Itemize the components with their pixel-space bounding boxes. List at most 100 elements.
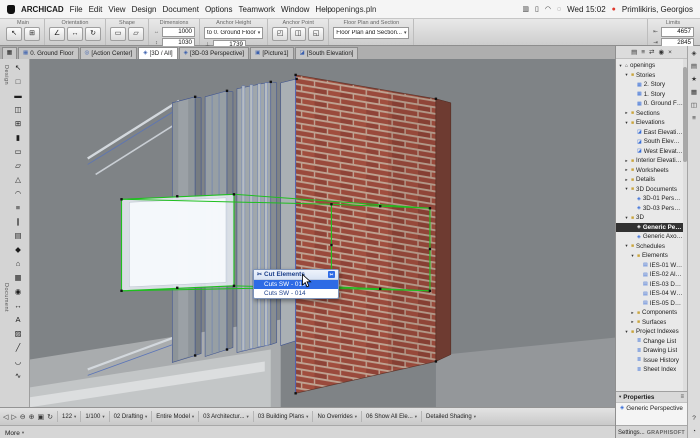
properties-item[interactable]: ◈ Generic Perspective [616, 403, 687, 413]
tab-overflow-icon[interactable]: ▦ [2, 47, 17, 59]
tab-picture1[interactable]: ▣[Picture1] [250, 47, 293, 59]
tab-action-center[interactable]: ◎[Action Center] [80, 47, 138, 59]
tree-item-0-ground-floor[interactable]: ▦0. Ground Floor [616, 99, 683, 109]
apple-menu-icon[interactable] [7, 5, 15, 14]
disclosure-icon[interactable]: ▾ [624, 120, 629, 126]
anchor-center-icon[interactable]: ◫ [290, 27, 306, 41]
menu-item-design[interactable]: Design [132, 5, 157, 14]
tree-item-3d-01-perspectiv[interactable]: ◈3D-01 Perspectiv... [616, 194, 683, 204]
quick-option-03-architectur[interactable]: 03 Architectur...▾ [198, 411, 253, 422]
tool-slab[interactable]: ▱ [10, 159, 26, 173]
preview-icon[interactable]: ◔ [692, 428, 696, 436]
tab-0-ground-floor[interactable]: ▦0. Ground Floor [18, 47, 79, 59]
disclosure-icon[interactable]: ▾ [624, 215, 629, 221]
tool-wall[interactable]: ▬ [10, 89, 26, 103]
tool-text[interactable]: A [10, 313, 26, 327]
disclosure-icon[interactable]: ▸ [624, 177, 629, 183]
tooltip-action-icon[interactable]: ✂ [328, 271, 335, 278]
tree-item-generic-axonome[interactable]: ◈Generic Axonome... [616, 232, 683, 242]
tree-item-sheet-index[interactable]: ≣Sheet Index [616, 365, 683, 375]
quick-option-no-overrides[interactable]: No Overrides▾ [312, 411, 361, 422]
anchor-height-select[interactable]: to 0. Ground Floor▾ [204, 27, 263, 39]
quick-option-122[interactable]: 122▾ [57, 411, 80, 422]
disclosure-icon[interactable]: ▸ [624, 167, 629, 173]
tool-curtain-wall[interactable]: ▤ [10, 229, 26, 243]
quick-option-entire-model[interactable]: Entire Model▾ [151, 411, 198, 422]
tree-item-ies-02-all-openi[interactable]: ▤IES-02 All Openi... [616, 270, 683, 280]
zoom-out-icon[interactable]: ⊖ [20, 413, 26, 421]
custom-orientation-icon[interactable]: ↻ [85, 27, 101, 41]
tree-item-worksheets[interactable]: ▸■Worksheets [616, 166, 683, 176]
tool-door[interactable]: ◫ [10, 103, 26, 117]
quick-option-02-drafting[interactable]: 02 Drafting▾ [109, 411, 152, 422]
settings-button[interactable]: Settings... [618, 430, 645, 436]
tree-item-1-story[interactable]: ▦1. Story [616, 90, 683, 100]
menu-item-teamwork[interactable]: Teamwork [239, 5, 275, 14]
opening-tool-icon[interactable]: ⊞ [24, 27, 40, 41]
tool-shell[interactable]: ◠ [10, 187, 26, 201]
floor-plan-display-select[interactable]: Floor Plan and Section...▾ [333, 27, 409, 39]
tree-item-schedules[interactable]: ▾■Schedules [616, 242, 683, 252]
disclosure-icon[interactable]: ▾ [624, 243, 629, 249]
tool-railing[interactable]: ∥ [10, 215, 26, 229]
tool-marquee[interactable]: □ [10, 75, 26, 89]
tree-item-south-elevation-a[interactable]: ◪South Elevation (A... [616, 137, 683, 147]
tree-item-ies-05-default-s[interactable]: ▤IES-05 Default S... [616, 299, 683, 309]
quick-option-03-building-plans[interactable]: 03 Building Plans▾ [253, 411, 313, 422]
menu-bar-clock[interactable]: Wed 15:02 [567, 5, 606, 14]
notes-icon[interactable]: ≡ [692, 115, 696, 123]
help-icon[interactable]: ? [692, 415, 696, 423]
tree-item-ies-01-wall-list[interactable]: ▤IES-01 Wall List [616, 261, 683, 271]
3d-canvas[interactable]: ✂ Cut Elements ✂ Cuts SW - 013Cuts SW - … [30, 59, 615, 407]
zoom-in-icon[interactable]: ⊕ [29, 413, 35, 421]
battery-icon[interactable]: ▯ [535, 5, 539, 13]
tree-item-stories[interactable]: ▾■Stories [616, 71, 683, 81]
menu-bar-user[interactable]: Primlikiris, Georgios [622, 5, 693, 14]
tree-item-interior-elevations[interactable]: ▸■Interior Elevations [616, 156, 683, 166]
properties-collapse-icon[interactable]: ▾ [619, 394, 621, 400]
tool-stair[interactable]: ≡ [10, 201, 26, 215]
tool-spline[interactable]: ∿ [10, 369, 26, 383]
scrollbar-thumb[interactable] [683, 67, 687, 162]
vertical-orientation-icon[interactable]: ∠ [49, 27, 65, 41]
disclosure-icon[interactable]: ▾ [624, 329, 629, 335]
disclosure-icon[interactable]: ▸ [630, 310, 635, 316]
favorites-icon[interactable]: ★ [691, 76, 697, 84]
properties-menu-icon[interactable]: ≡ [680, 394, 684, 400]
tool-object[interactable]: ◉ [10, 285, 26, 299]
tree-item-ies-03-door-sch[interactable]: ▤IES-03 Door Sch... [616, 280, 683, 290]
anchor-top-icon[interactable]: ◰ [272, 27, 288, 41]
disclosure-icon[interactable]: ▸ [624, 110, 629, 116]
layers-icon[interactable]: ▦ [691, 89, 697, 97]
tree-scrollbar[interactable] [683, 59, 687, 391]
rectangular-shape-icon[interactable]: ▭ [110, 27, 126, 41]
tree-item-sections[interactable]: ▸■Sections [616, 109, 683, 119]
width-field[interactable]: 1000 [162, 27, 195, 37]
project-chooser-icon[interactable]: ▤ [631, 48, 637, 56]
organizer-icon[interactable]: ▤ [691, 63, 697, 71]
tool-beam[interactable]: ▭ [10, 145, 26, 159]
tree-item-ies-04-window-s[interactable]: ▤IES-04 Window S... [616, 289, 683, 299]
menu-item-edit[interactable]: Edit [89, 5, 103, 14]
tree-item-2-story[interactable]: ▦2. Story [616, 80, 683, 90]
fit-view-icon[interactable]: ▣ [38, 413, 45, 421]
tree-item-details[interactable]: ▸■Details [616, 175, 683, 185]
orbit-icon[interactable]: ↻ [47, 413, 53, 421]
tree-item-project-indexes[interactable]: ▾■Project Indexes [616, 327, 683, 337]
disclosure-icon[interactable]: ▾ [618, 63, 623, 69]
wifi-icon[interactable]: ◠ [545, 5, 551, 13]
limit-offset-field[interactable]: 4657 [661, 27, 694, 37]
tab-3d-all[interactable]: ◈[3D / All] [138, 47, 177, 59]
quick-option-detailed-shading[interactable]: Detailed Shading▾ [421, 411, 480, 422]
quick-option-1-100[interactable]: 1/100▾ [80, 411, 108, 422]
tool-mesh[interactable]: ▦ [10, 271, 26, 285]
tree-item-3d-documents[interactable]: ▾■3D Documents [616, 185, 683, 195]
library-icon[interactable]: ◫ [691, 102, 697, 110]
tool-column[interactable]: ▮ [10, 131, 26, 145]
tab-3d-03-perspective[interactable]: ◈[3D-03 Perspective] [179, 47, 250, 59]
menu-item-window[interactable]: Window [281, 5, 309, 14]
disclosure-icon[interactable]: ▾ [624, 72, 629, 78]
tooltip-item-cuts-sw-013[interactable]: Cuts SW - 013 [254, 280, 338, 289]
tooltip-item-cuts-sw-014[interactable]: Cuts SW - 014 [254, 289, 338, 298]
tree-item-3d[interactable]: ▾■3D [616, 213, 683, 223]
